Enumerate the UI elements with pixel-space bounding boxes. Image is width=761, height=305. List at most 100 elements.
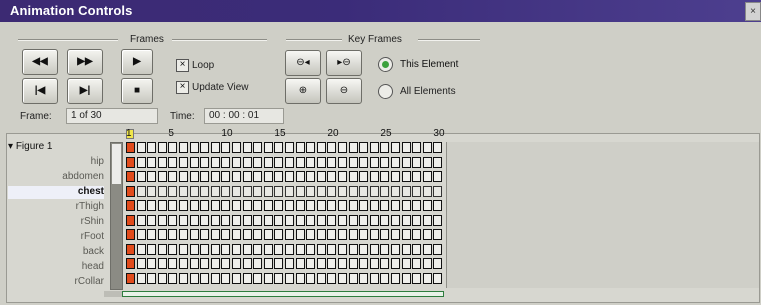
keyframe-cell[interactable]	[433, 185, 443, 197]
keyframe-cell[interactable]	[274, 229, 284, 240]
keyframe-cell[interactable]	[263, 229, 273, 240]
keyframe-cell[interactable]	[147, 258, 157, 269]
keyframe-cell[interactable]	[253, 272, 263, 284]
keyframe-cell[interactable]	[242, 185, 252, 197]
keyframe-cell[interactable]	[221, 258, 231, 269]
keyframe-cell[interactable]	[338, 171, 347, 182]
keyframe-cell[interactable]	[412, 171, 422, 182]
keyframe-cell[interactable]	[295, 171, 305, 182]
keyframe-cell[interactable]	[306, 185, 316, 197]
keyframe-cell[interactable]	[348, 229, 358, 240]
keyframe-cell[interactable]	[136, 258, 146, 269]
keyframe-cell[interactable]	[221, 185, 231, 197]
keyframe-cell[interactable]	[263, 142, 273, 153]
keyframe-cell[interactable]	[391, 214, 400, 226]
keyframe-cell[interactable]	[359, 214, 369, 226]
keyframe-cell[interactable]	[338, 200, 347, 211]
keyframe-cell[interactable]	[210, 272, 220, 284]
keyframe-cell[interactable]	[422, 200, 432, 211]
keyframe-cell[interactable]	[126, 185, 135, 197]
keyframe-cell[interactable]	[380, 272, 390, 284]
keyframe-cell[interactable]	[189, 185, 199, 197]
keyframe-cell[interactable]	[369, 185, 379, 197]
keyframe-cell[interactable]	[179, 156, 188, 168]
keyframe-cell[interactable]	[126, 243, 135, 255]
keyframe-cell[interactable]	[306, 214, 316, 226]
scroll-thumb[interactable]	[112, 144, 121, 184]
keyframe-cell[interactable]	[327, 214, 337, 226]
keyframe-cell[interactable]	[391, 156, 400, 168]
keyframe-cell[interactable]	[147, 243, 157, 255]
keyframe-cell[interactable]	[412, 185, 422, 197]
keyframe-cell[interactable]	[316, 229, 326, 240]
keyframe-cell[interactable]	[369, 243, 379, 255]
keyframe-cell[interactable]	[338, 214, 347, 226]
keyframe-cell[interactable]	[232, 258, 241, 269]
keyframe-cell[interactable]	[295, 142, 305, 153]
keyframe-cell[interactable]	[210, 171, 220, 182]
keyframe-cell[interactable]	[147, 214, 157, 226]
keyframe-cell[interactable]	[412, 142, 422, 153]
keyframe-cell[interactable]	[242, 229, 252, 240]
keyframe-cell[interactable]	[189, 171, 199, 182]
keyframe-cell[interactable]	[189, 258, 199, 269]
keyframe-cell[interactable]	[263, 214, 273, 226]
keyframe-cell[interactable]	[136, 272, 146, 284]
keyframe-cell[interactable]	[433, 142, 443, 153]
keyframe-cell[interactable]	[263, 200, 273, 211]
keyframe-cell[interactable]	[316, 185, 326, 197]
timeline-scroll-left[interactable]	[104, 291, 122, 297]
go-to-start-button[interactable]: |◀	[22, 78, 58, 104]
keyframe-cell[interactable]	[200, 171, 210, 182]
keyframe-cell[interactable]	[221, 229, 231, 240]
keyframe-cell[interactable]	[295, 272, 305, 284]
keyframe-cell[interactable]	[433, 214, 443, 226]
track-row[interactable]: head	[8, 261, 104, 274]
keyframe-cell[interactable]	[274, 142, 284, 153]
keyframe-cell[interactable]	[200, 156, 210, 168]
keyframe-cell[interactable]	[348, 243, 358, 255]
frame-field[interactable]: 1 of 30	[66, 108, 158, 124]
keyframe-cell[interactable]	[412, 272, 422, 284]
keyframe-cell[interactable]	[242, 156, 252, 168]
keyframe-cell[interactable]	[391, 272, 400, 284]
keyframe-cell[interactable]	[316, 142, 326, 153]
keyframe-cell[interactable]	[295, 229, 305, 240]
keyframe-cell[interactable]	[157, 200, 167, 211]
keyframe-cell[interactable]	[242, 142, 252, 153]
track-row[interactable]: chest	[8, 186, 104, 199]
track-row[interactable]: rShin	[8, 216, 104, 229]
keyframe-cell[interactable]	[348, 200, 358, 211]
keyframe-cell[interactable]	[168, 171, 178, 182]
keyframe-cell[interactable]	[200, 258, 210, 269]
keyframe-cell[interactable]	[232, 214, 241, 226]
keyframe-cell[interactable]	[168, 142, 178, 153]
keyframe-cell[interactable]	[189, 200, 199, 211]
all-elements-radio[interactable]	[378, 84, 393, 99]
keyframe-cell[interactable]	[327, 258, 337, 269]
keyframe-cell[interactable]	[295, 243, 305, 255]
keyframe-cell[interactable]	[232, 200, 241, 211]
keyframe-cell[interactable]	[391, 200, 400, 211]
keyframe-cell[interactable]	[168, 258, 178, 269]
keyframe-cell[interactable]	[263, 258, 273, 269]
keyframe-cell[interactable]	[401, 171, 411, 182]
keyframe-cell[interactable]	[263, 243, 273, 255]
close-icon[interactable]: ×	[745, 2, 761, 21]
track-row[interactable]: rCollar	[8, 276, 104, 289]
keyframe-cell[interactable]	[316, 272, 326, 284]
keyframe-cell[interactable]	[179, 171, 188, 182]
keyframe-cell[interactable]	[253, 214, 263, 226]
keyframe-cell[interactable]	[253, 142, 263, 153]
keyframe-cell[interactable]	[221, 156, 231, 168]
keyframe-cell[interactable]	[359, 229, 369, 240]
keyframe-cell[interactable]	[433, 171, 443, 182]
stop-button[interactable]: ■	[121, 78, 153, 104]
expand-triangle-icon[interactable]: ▾	[8, 141, 13, 152]
keyframe-cell[interactable]	[274, 243, 284, 255]
keyframe-cell[interactable]	[391, 243, 400, 255]
keyframe-cell[interactable]	[348, 142, 358, 153]
keyframe-cell[interactable]	[168, 200, 178, 211]
keyframe-cell[interactable]	[295, 156, 305, 168]
keyframe-cell[interactable]	[168, 229, 178, 240]
